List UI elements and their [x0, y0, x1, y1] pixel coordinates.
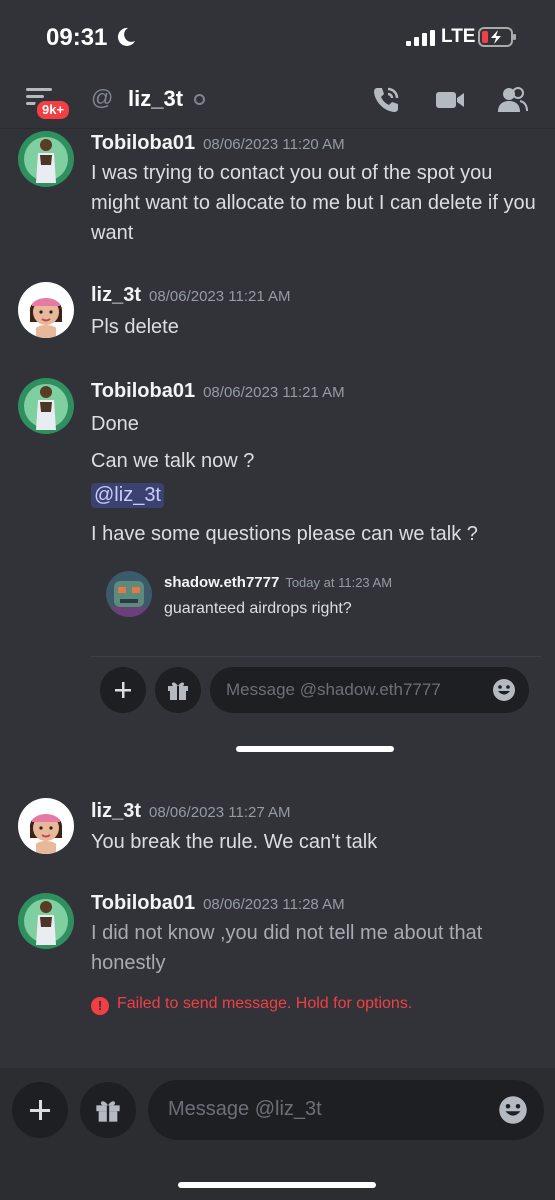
embedded-author: shadow.eth7777 Today at 11:23 AM — [164, 574, 392, 591]
avatar[interactable] — [18, 131, 74, 187]
message-text: I have some questions please can we talk… — [91, 523, 478, 545]
chat-header: 9k+ @ liz_3t — [0, 72, 555, 129]
author-name[interactable]: Tobiloba01 — [91, 892, 195, 914]
embedded-avatar-image — [106, 571, 152, 617]
avatar[interactable] — [18, 378, 74, 434]
author-line: Tobiloba01 08/06/2023 11:21 AM — [91, 380, 345, 403]
embedded-home-indicator — [236, 746, 394, 752]
moon-icon — [117, 27, 135, 46]
emoji-icon — [493, 679, 515, 701]
avatar-image — [18, 282, 74, 338]
message[interactable]: Tobiloba01 08/06/2023 11:28 AM I did not … — [0, 890, 555, 990]
embedded-message-input: Message @shadow.eth7777 — [210, 667, 529, 713]
avatar[interactable] — [18, 798, 74, 854]
offline-status-icon — [194, 94, 205, 105]
message-text: Done — [91, 413, 139, 435]
plus-icon — [30, 1100, 50, 1120]
unread-badge: 9k+ — [34, 98, 73, 122]
gift-icon — [96, 1101, 120, 1122]
embedded-divider — [91, 656, 541, 657]
author-name[interactable]: Tobiloba01 — [91, 132, 195, 154]
message-timestamp: 08/06/2023 11:21 AM — [203, 384, 345, 401]
message[interactable]: Tobiloba01 08/06/2023 11:20 AM I was tryi… — [0, 128, 555, 248]
user-mention[interactable]: @liz_3t — [91, 483, 164, 508]
author-line: Tobiloba01 08/06/2023 11:28 AM — [91, 892, 345, 915]
menu-button[interactable]: 9k+ — [24, 86, 73, 122]
embedded-input-placeholder: Message @shadow.eth7777 — [226, 680, 441, 699]
message-composer: Message @liz_3t — [0, 1068, 555, 1200]
message-input[interactable]: Message @liz_3t — [148, 1080, 544, 1140]
error-icon: ! — [91, 997, 109, 1015]
author-name[interactable]: Tobiloba01 — [91, 380, 195, 402]
embedded-author-name: shadow.eth7777 — [164, 574, 280, 591]
avatar-image — [18, 893, 74, 949]
message-text: I was trying to contact you out of the s… — [91, 162, 536, 244]
gift-icon — [168, 682, 188, 700]
signal-icon — [406, 30, 435, 46]
author-line: liz_3t 08/06/2023 11:21 AM — [91, 284, 291, 307]
author-name[interactable]: liz_3t — [91, 800, 141, 822]
message-text-pending: I did not know ,you did not tell me abou… — [91, 922, 483, 974]
embedded-gift-button — [155, 667, 201, 713]
message-text: Pls delete — [91, 316, 179, 338]
attach-button[interactable] — [12, 1082, 68, 1138]
author-line: liz_3t 08/06/2023 11:27 AM — [91, 800, 291, 823]
embedded-message-text: guaranteed airdrops right? — [164, 600, 352, 617]
message[interactable]: liz_3t 08/06/2023 11:27 AM You break the … — [0, 796, 555, 866]
author-line: Tobiloba01 08/06/2023 11:20 AM — [91, 132, 345, 155]
send-error[interactable]: ! Failed to send message. Hold for option… — [91, 995, 412, 1015]
network-label: LTE — [441, 26, 476, 47]
emoji-icon[interactable] — [498, 1095, 528, 1125]
status-time: 09:31 — [46, 24, 108, 51]
home-indicator[interactable] — [178, 1182, 376, 1188]
author-name[interactable]: liz_3t — [91, 284, 141, 306]
message-timestamp: 08/06/2023 11:20 AM — [203, 136, 345, 153]
message-text: You break the rule. We can't talk — [91, 831, 378, 853]
send-error-text: Failed to send message. Hold for options… — [117, 995, 413, 1012]
gift-button[interactable] — [80, 1082, 136, 1138]
status-bar: 09:31 LTE — [0, 0, 555, 72]
embedded-add-button — [100, 667, 146, 713]
message-timestamp: 08/06/2023 11:28 AM — [203, 896, 345, 913]
message-timestamp: 08/06/2023 11:21 AM — [149, 288, 291, 305]
battery-icon — [478, 27, 516, 47]
message[interactable]: Tobiloba01 08/06/2023 11:21 AM Done Can w… — [0, 376, 555, 556]
avatar-image — [18, 131, 74, 187]
video-call-icon[interactable] — [434, 84, 466, 116]
embedded-timestamp: Today at 11:23 AM — [285, 575, 393, 590]
message[interactable]: liz_3t 08/06/2023 11:21 AM Pls delete — [0, 280, 555, 350]
message-timestamp: 08/06/2023 11:27 AM — [149, 804, 291, 821]
avatar-image — [18, 798, 74, 854]
message-input-placeholder: Message @liz_3t — [168, 1098, 322, 1120]
voice-call-icon[interactable] — [370, 84, 402, 116]
message-text: Can we talk now ? — [91, 450, 255, 472]
plus-icon — [115, 682, 131, 698]
channel-name[interactable]: liz_3t — [128, 86, 183, 112]
avatar-image — [18, 378, 74, 434]
avatar[interactable] — [18, 282, 74, 338]
at-icon: @ — [91, 85, 114, 110]
embedded-avatar — [106, 571, 152, 617]
member-list-icon[interactable] — [496, 84, 528, 116]
avatar[interactable] — [18, 893, 74, 949]
